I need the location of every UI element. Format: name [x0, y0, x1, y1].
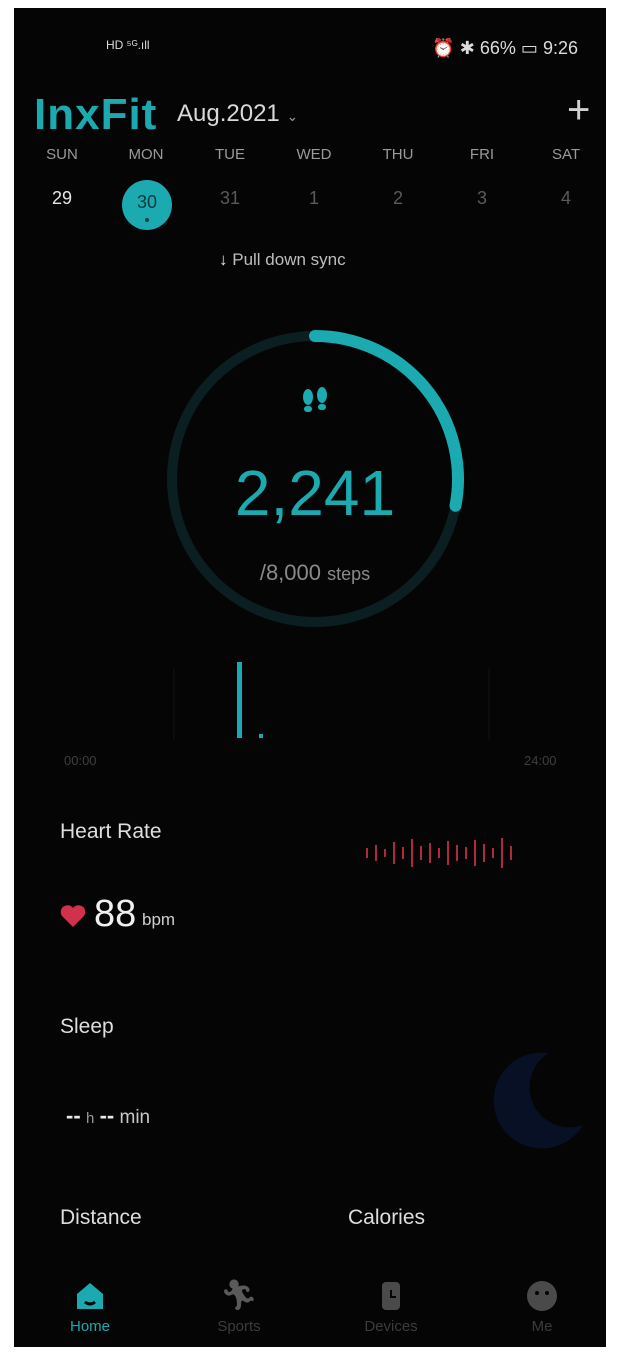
day-name: MON: [128, 146, 164, 163]
activity-bar: [237, 662, 242, 738]
heart-icon: [60, 905, 86, 927]
running-icon: 🏃︎: [219, 1279, 259, 1312]
phone-screen: HD ⁵ᴳ.ıll ⏰ ✱ 66% ▭ 9:26 InxFit Aug.2021…: [14, 8, 606, 1347]
date-2[interactable]: 2: [368, 188, 428, 209]
timeline-end: 24:00: [524, 753, 557, 768]
nav-sports-label: Sports: [217, 1318, 261, 1335]
clock: 9:26: [542, 38, 578, 58]
footprints-icon: [303, 387, 327, 412]
alarm-icon: ⏰: [432, 38, 455, 58]
nav-me[interactable]: Me: [492, 1280, 592, 1335]
battery-icon: ▭: [520, 38, 538, 58]
signal-indicator: HD ⁵ᴳ.ıll: [106, 38, 150, 52]
watch-icon: [382, 1282, 400, 1310]
date-31[interactable]: 31: [200, 188, 260, 209]
distance-card[interactable]: Distance: [42, 1188, 302, 1258]
bluetooth-icon: ✱: [459, 38, 475, 58]
chevron-down-icon: ⌄: [286, 108, 299, 124]
nav-sports[interactable]: 🏃︎ Sports: [189, 1279, 289, 1336]
calories-card[interactable]: Calories: [330, 1188, 590, 1258]
activity-bar: [259, 734, 263, 738]
month-label: Aug.2021: [177, 100, 280, 127]
nav-me-label: Me: [531, 1318, 553, 1335]
heart-rate-title: Heart Rate: [60, 820, 162, 843]
day-name: FRI: [469, 146, 495, 163]
date-1[interactable]: 1: [284, 188, 344, 209]
nav-devices-label: Devices: [364, 1318, 418, 1335]
day-name: SUN: [46, 146, 78, 163]
day-name: THU: [382, 146, 414, 163]
steps-goal: /8,000 steps: [204, 560, 426, 586]
sleep-hours-unit: h: [85, 1110, 95, 1127]
today-dot: [145, 218, 149, 222]
heart-rate-wave: [366, 838, 512, 868]
nav-devices[interactable]: Devices: [341, 1280, 441, 1335]
add-button[interactable]: +: [567, 90, 590, 130]
pull-down-sync-hint: ↓ Pull down sync: [219, 250, 346, 270]
sleep-minutes: --: [99, 1103, 115, 1128]
day-name: TUE: [215, 146, 245, 163]
status-bar: HD ⁵ᴳ.ıll ⏰ ✱ 66% ▭ 9:26: [14, 8, 606, 78]
battery-percent: 66%: [479, 38, 516, 58]
sleep-minutes-unit: min: [119, 1107, 151, 1128]
distance-title: Distance: [60, 1206, 142, 1229]
nav-home[interactable]: Home: [40, 1280, 140, 1335]
moon-icon: [493, 1052, 583, 1149]
sleep-duration: -- h -- min: [66, 1103, 150, 1129]
steps-timeline-chart: [173, 662, 490, 740]
status-right: ⏰ ✱ 66% ▭ 9:26: [432, 38, 578, 59]
date-3[interactable]: 3: [452, 188, 512, 209]
steps-goal-value: /8,000: [259, 560, 321, 585]
selected-date-label: 30: [136, 192, 158, 212]
app-logo: InxFit: [34, 90, 158, 139]
profile-face-icon: [527, 1281, 557, 1311]
sleep-title: Sleep: [60, 1015, 114, 1038]
day-name: SAT: [551, 146, 581, 163]
calories-title: Calories: [348, 1206, 426, 1229]
sleep-hours: --: [66, 1103, 81, 1128]
steps-unit: steps: [327, 564, 371, 584]
date-29[interactable]: 29: [32, 188, 92, 209]
bottom-navigation: Home 🏃︎ Sports Devices Me: [14, 1268, 606, 1347]
day-name: WED: [296, 146, 332, 163]
timeline-start: 00:00: [64, 753, 97, 768]
nav-home-label: Home: [69, 1318, 110, 1335]
sync-label: Pull down sync: [232, 250, 346, 269]
steps-count: 2,241: [234, 457, 396, 529]
arrow-down-icon: ↓: [219, 250, 228, 269]
heart-rate-unit: bpm: [142, 910, 176, 929]
date-4[interactable]: 4: [536, 188, 596, 209]
month-selector[interactable]: Aug.2021 ⌄: [177, 100, 298, 128]
home-icon: [77, 1283, 103, 1309]
date-30-selected[interactable]: 30: [122, 180, 172, 230]
heart-rate-value: 88: [94, 893, 137, 935]
